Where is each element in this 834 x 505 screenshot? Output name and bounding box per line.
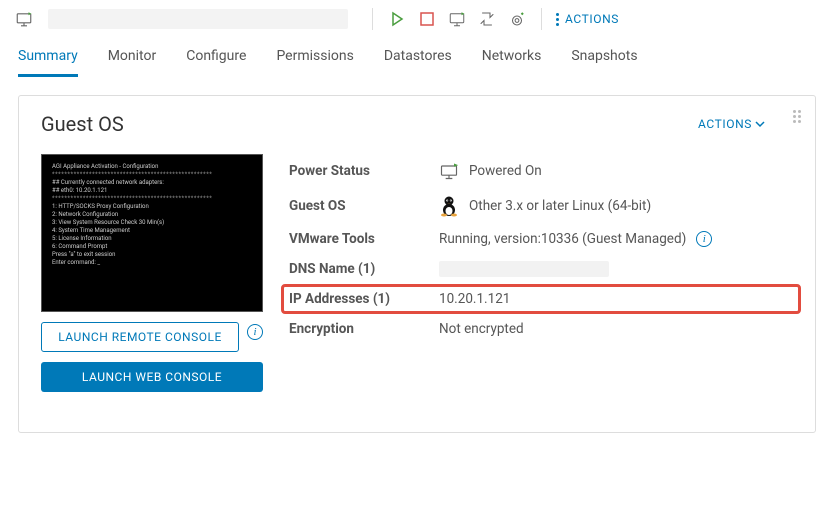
console-line: 3: View System Resource Check 30 Min(s) xyxy=(52,219,252,227)
panel-actions-label: ACTIONS xyxy=(698,117,752,131)
play-icon[interactable] xyxy=(387,9,407,29)
tab-label: Monitor xyxy=(108,48,157,64)
console-line: ****************************************… xyxy=(52,171,252,179)
info-icon[interactable]: i xyxy=(696,231,712,247)
tab-permissions[interactable]: Permissions xyxy=(276,42,353,77)
tab-configure[interactable]: Configure xyxy=(186,42,246,77)
migrate-icon[interactable] xyxy=(477,9,497,29)
console-line: Enter command: _ xyxy=(52,259,252,267)
drag-handle-icon[interactable] xyxy=(793,110,801,123)
button-label: LAUNCH REMOTE CONSOLE xyxy=(58,330,222,344)
snapshot-icon[interactable] xyxy=(507,9,527,29)
launch-web-console-button[interactable]: LAUNCH WEB CONSOLE xyxy=(41,362,263,392)
label-vmware-tools: VMware Tools xyxy=(289,231,439,247)
chevron-down-icon xyxy=(755,119,765,129)
tab-label: Networks xyxy=(482,48,542,64)
vm-name-redacted xyxy=(48,9,348,29)
guest-os-panel: Guest OS ACTIONS AGI Appliance Activatio… xyxy=(18,95,816,433)
value-vmware-tools: Running, version:10336 (Guest Managed) xyxy=(439,231,686,247)
stop-icon[interactable] xyxy=(417,9,437,29)
label-dns-name: DNS Name (1) xyxy=(289,261,439,277)
row-dns-name: DNS Name (1) xyxy=(289,254,793,284)
row-encryption: Encryption Not encrypted xyxy=(289,314,793,344)
tab-networks[interactable]: Networks xyxy=(482,42,542,77)
value-ip-addresses: 10.20.1.121 xyxy=(439,291,510,307)
info-icon[interactable]: i xyxy=(247,324,263,340)
console-line: 1: HTTP/SOCKS Proxy Configuration xyxy=(52,203,252,211)
vm-monitor-icon xyxy=(14,9,34,29)
row-vmware-tools: VMware Tools Running, version:10336 (Gue… xyxy=(289,224,793,254)
tab-label: Permissions xyxy=(276,48,353,64)
row-power-status: Power Status Powered On xyxy=(289,154,793,188)
console-line: ## Currently connected network adapters: xyxy=(52,179,252,187)
tab-label: Datastores xyxy=(384,48,452,64)
value-encryption: Not encrypted xyxy=(439,321,524,337)
console-line: 2: Network Configuration xyxy=(52,211,252,219)
separator xyxy=(372,8,373,30)
actions-menu[interactable]: ACTIONS xyxy=(556,12,619,26)
launch-remote-console-button[interactable]: LAUNCH REMOTE CONSOLE xyxy=(41,322,239,352)
console-line: 6: Command Prompt xyxy=(52,243,252,251)
tabs-bar: Summary Monitor Configure Permissions Da… xyxy=(0,42,834,77)
linux-penguin-icon xyxy=(439,195,459,217)
console-line: 5: License Information xyxy=(52,235,252,243)
row-guest-os: Guest OS Other 3.x or later Linux (64-bi… xyxy=(289,188,793,224)
separator xyxy=(541,8,542,30)
console-thumbnail[interactable]: AGI Appliance Activation - Configuration… xyxy=(41,154,263,312)
panel-title: Guest OS xyxy=(41,112,124,136)
label-ip-addresses: IP Addresses (1) xyxy=(289,291,439,307)
value-dns-name-redacted xyxy=(439,261,609,277)
console-line: ****************************************… xyxy=(52,195,252,203)
actions-label: ACTIONS xyxy=(565,12,619,26)
value-guest-os: Other 3.x or later Linux (64-bit) xyxy=(469,198,651,214)
console-line: Press "a" to exit session xyxy=(52,251,252,259)
button-label: LAUNCH WEB CONSOLE xyxy=(82,370,222,384)
tab-summary[interactable]: Summary xyxy=(18,42,78,77)
vertical-dots-icon xyxy=(556,13,559,26)
guest-os-details: Power Status Powered On Guest OS xyxy=(289,154,793,344)
vm-monitor-icon xyxy=(439,161,459,181)
tab-label: Configure xyxy=(186,48,246,64)
console-line: 4: System Time Management xyxy=(52,227,252,235)
row-ip-addresses-highlighted: IP Addresses (1) 10.20.1.121 xyxy=(281,284,801,314)
panel-actions-menu[interactable]: ACTIONS xyxy=(698,117,765,131)
label-encryption: Encryption xyxy=(289,321,439,337)
console-line: ## eth0: 10.20.1.121 xyxy=(52,187,252,195)
tab-label: Summary xyxy=(18,48,78,64)
tab-snapshots[interactable]: Snapshots xyxy=(571,42,637,77)
top-toolbar: ACTIONS xyxy=(0,0,834,38)
tab-monitor[interactable]: Monitor xyxy=(108,42,157,77)
value-power-status: Powered On xyxy=(469,163,542,179)
console-line: AGI Appliance Activation - Configuration xyxy=(52,163,252,171)
label-power-status: Power Status xyxy=(289,163,439,179)
launch-console-icon[interactable] xyxy=(447,9,467,29)
tab-label: Snapshots xyxy=(571,48,637,64)
label-guest-os: Guest OS xyxy=(289,198,439,214)
tab-datastores[interactable]: Datastores xyxy=(384,42,452,77)
